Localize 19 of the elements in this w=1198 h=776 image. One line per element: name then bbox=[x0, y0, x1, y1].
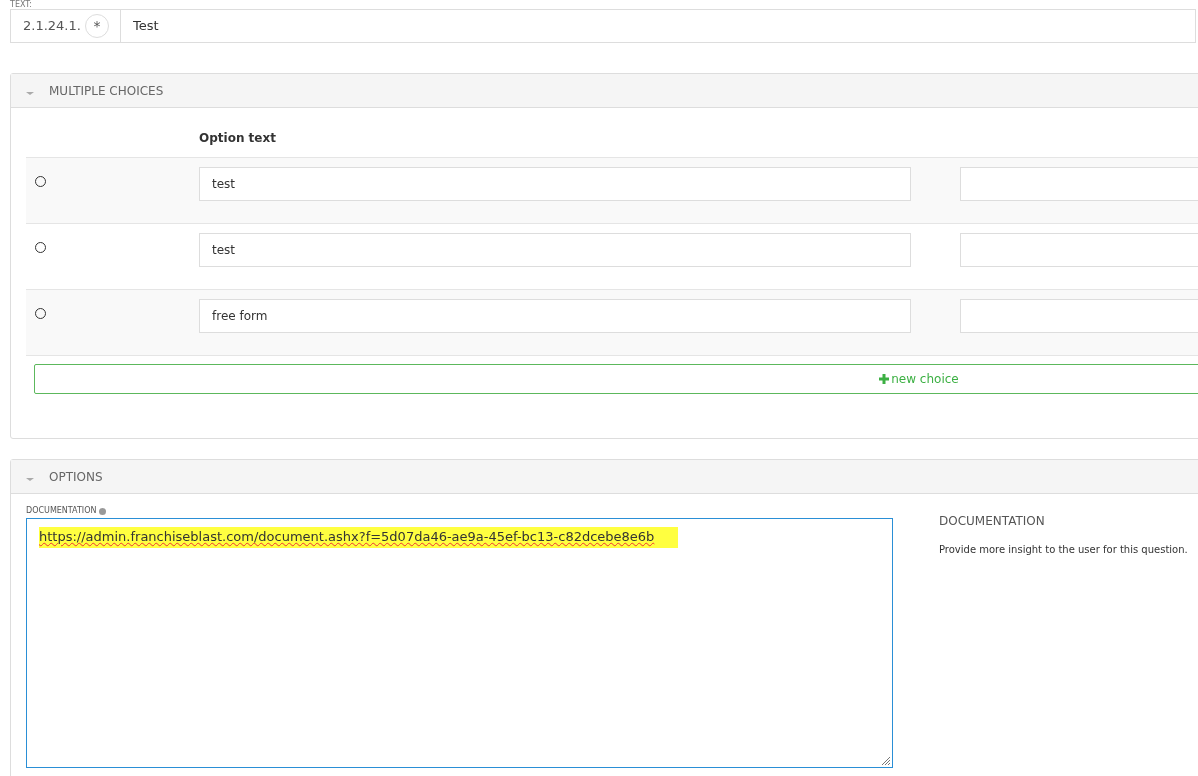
field-label: DOCUMENTATION bbox=[26, 505, 97, 517]
question-number: 2.1.24.1. bbox=[23, 17, 81, 36]
help-text: Provide more insight to the user for this question. bbox=[939, 543, 1188, 557]
option-text-field[interactable]: test bbox=[199, 167, 911, 201]
info-dot-icon bbox=[99, 507, 107, 515]
text-field[interactable]: Test bbox=[120, 9, 1196, 43]
documentation-field[interactable]: https://admin.franchiseblast.com/document.ashx?f=5d07da46-ae9a-45ef-bc13-c82dcebe8e6b bbox=[26, 518, 893, 768]
option-text-field[interactable]: free form bbox=[199, 299, 911, 333]
input-field[interactable] bbox=[959, 167, 1198, 201]
field-label: TEXT: bbox=[10, 0, 33, 9]
plus-icon bbox=[879, 374, 890, 384]
panel-title: OPTIONS bbox=[49, 468, 103, 486]
option-text-field[interactable]: test bbox=[199, 233, 911, 267]
resize-grip-icon[interactable] bbox=[881, 756, 891, 766]
input-field[interactable] bbox=[959, 299, 1198, 333]
column-header: Option text bbox=[199, 130, 276, 147]
input-field[interactable] bbox=[959, 233, 1198, 267]
help-title: DOCUMENTATION bbox=[939, 513, 1046, 530]
panel-title: MULTIPLE CHOICES bbox=[49, 82, 164, 100]
